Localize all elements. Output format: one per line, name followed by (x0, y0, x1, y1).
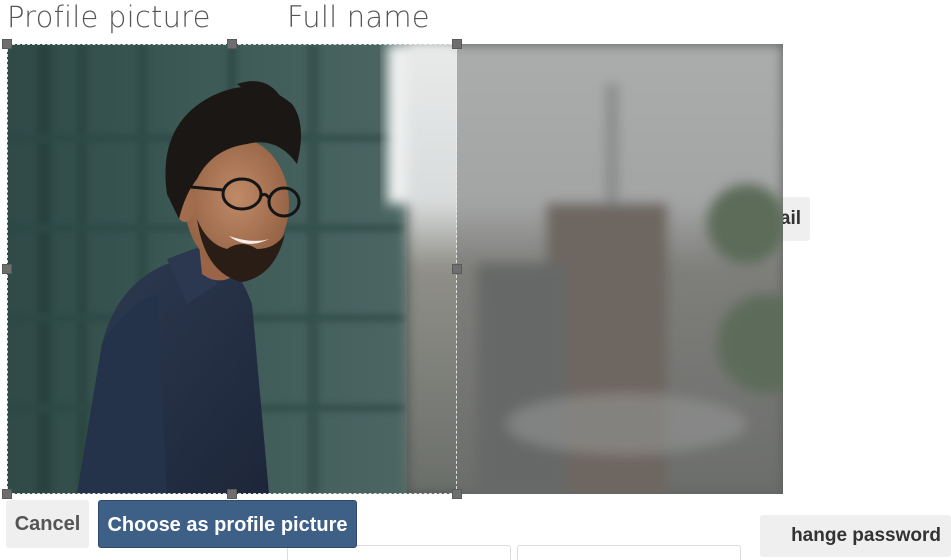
secondary-input[interactable] (517, 545, 741, 560)
crop-handle-bottom-left[interactable] (2, 489, 12, 499)
crop-handle-middle-right[interactable] (452, 264, 462, 274)
choose-as-profile-picture-button[interactable]: Choose as profile picture (98, 500, 357, 548)
crop-handle-top-left[interactable] (2, 39, 12, 49)
crop-selection-box[interactable] (2, 39, 462, 499)
change-password-button[interactable]: hange password (760, 515, 951, 557)
crop-handle-middle-left[interactable] (2, 264, 12, 274)
full-name-heading: Full name (287, 0, 430, 34)
crop-handle-bottom-right[interactable] (452, 489, 462, 499)
profile-picture-heading: Profile picture (7, 0, 211, 34)
change-password-label: hange password (791, 525, 941, 546)
crop-handle-top-right[interactable] (452, 39, 462, 49)
change-email-label: ail (779, 208, 801, 229)
crop-handle-top-middle[interactable] (227, 39, 237, 49)
profile-picture-crop-dialog: Profile picture Full name ail hange pass… (0, 0, 951, 560)
cancel-button[interactable]: Cancel (6, 500, 89, 548)
crop-handle-bottom-middle[interactable] (227, 489, 237, 499)
